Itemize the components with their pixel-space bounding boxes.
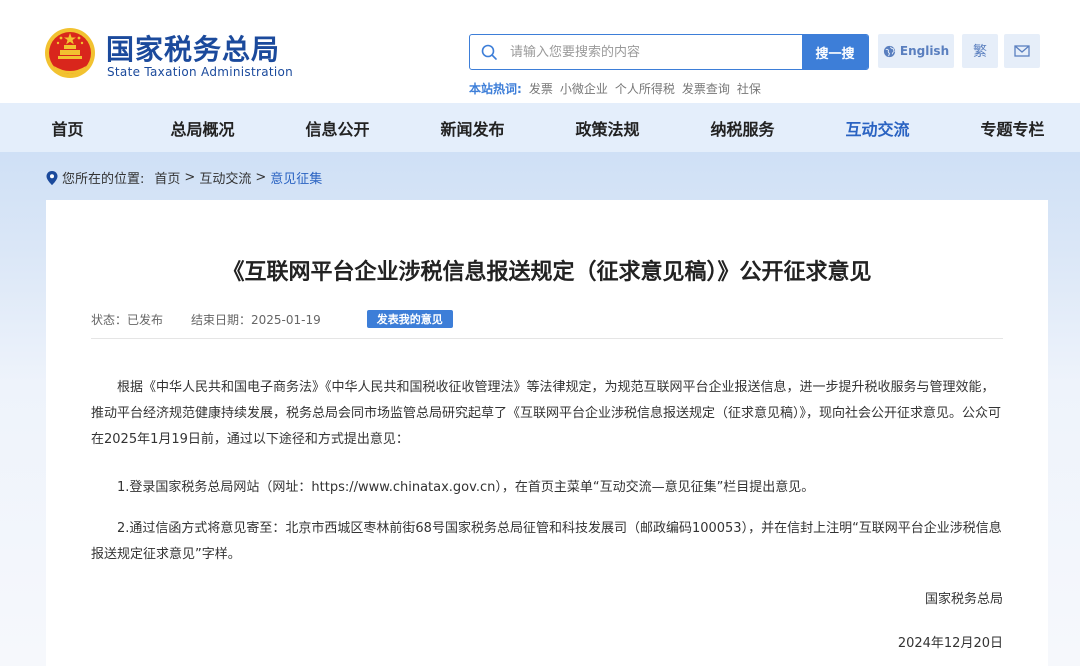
search-button[interactable]: 搜一搜 xyxy=(802,35,868,69)
traditional-chinese-button[interactable]: 繁 xyxy=(962,34,998,68)
article-meta: 状态：已发布 结束日期：2025-01-19 发表我的意见 xyxy=(91,310,453,328)
search-box: 搜一搜 xyxy=(469,34,869,70)
article-paragraph: 根据《中华人民共和国电子商务法》《中华人民共和国税收征收管理法》等法律规定，为规… xyxy=(91,380,1002,447)
breadcrumb-separator: > xyxy=(255,170,267,185)
mail-icon xyxy=(1014,45,1030,57)
article-signature: 国家税务总局 xyxy=(924,592,1003,607)
nav-item-interaction[interactable]: 互动交流 xyxy=(810,103,945,152)
english-version-button[interactable]: English xyxy=(878,34,954,68)
divider xyxy=(91,338,1003,339)
globe-icon xyxy=(883,45,895,57)
nav-item-topics[interactable]: 专题专栏 xyxy=(945,103,1080,152)
site-brand-english[interactable]: State Taxation Administration xyxy=(107,65,293,79)
article-card: 《互联网平台企业涉税信息报送规定（征求意见稿）》公开征求意见 状态：已发布 结束… xyxy=(46,200,1048,666)
breadcrumb-separator: > xyxy=(184,170,196,185)
hot-word-link[interactable]: 小微企业 xyxy=(560,80,608,97)
mail-button[interactable] xyxy=(1004,34,1040,68)
english-label: English xyxy=(899,44,950,58)
nav-item-home[interactable]: 首页 xyxy=(0,103,135,152)
national-emblem-icon[interactable] xyxy=(44,26,96,80)
search-icon xyxy=(481,44,497,60)
location-pin-icon xyxy=(46,170,58,185)
breadcrumb-current[interactable]: 意见征集 xyxy=(270,168,322,187)
hot-words-bar: 本站热词: 发票 小微企业 个人所得税 发票查询 社保 xyxy=(469,80,761,97)
site-header: 国家税务总局 State Taxation Administration 搜一搜… xyxy=(0,0,1080,103)
article-date: 2024年12月20日 xyxy=(897,636,1003,651)
nav-item-news[interactable]: 新闻发布 xyxy=(405,103,540,152)
site-brand-name[interactable]: 国家税务总局 xyxy=(106,28,280,68)
nav-item-tax-service[interactable]: 纳税服务 xyxy=(675,103,810,152)
search-input[interactable] xyxy=(510,35,800,69)
nav-item-info-disclosure[interactable]: 信息公开 xyxy=(270,103,405,152)
nav-item-overview[interactable]: 总局概况 xyxy=(135,103,270,152)
article-paragraph: 1.登录国家税务总局网站（网址：https://www.chinatax.gov… xyxy=(117,480,815,495)
hot-word-link[interactable]: 发票查询 xyxy=(682,80,730,97)
article-title: 《互联网平台企业涉税信息报送规定（征求意见稿）》公开征求意见 xyxy=(222,260,872,285)
breadcrumb-section[interactable]: 互动交流 xyxy=(199,168,251,187)
article-paragraph: 2.通过信函方式将意见寄至：北京市西城区枣林前街68号国家税务总局征管和科技发展… xyxy=(91,521,1002,562)
breadcrumb-prefix: 您所在的位置: xyxy=(62,172,145,187)
hot-word-link[interactable]: 社保 xyxy=(737,80,761,97)
main-nav: 首页 总局概况 信息公开 新闻发布 政策法规 纳税服务 互动交流 专题专栏 xyxy=(0,103,1080,152)
hot-word-link[interactable]: 发票 xyxy=(529,80,553,97)
nav-item-policy[interactable]: 政策法规 xyxy=(540,103,675,152)
article-status: 状态：已发布 xyxy=(91,312,164,327)
article-end-date: 结束日期：2025-01-19 xyxy=(191,312,321,327)
breadcrumb-home[interactable]: 首页 xyxy=(154,168,180,187)
hot-word-link[interactable]: 个人所得税 xyxy=(615,80,675,97)
hot-words-label: 本站热词: xyxy=(469,82,522,96)
breadcrumb: 您所在的位置: 首页 > 互动交流 > 意见征集 xyxy=(46,168,322,187)
submit-comment-button[interactable]: 发表我的意见 xyxy=(366,310,453,328)
